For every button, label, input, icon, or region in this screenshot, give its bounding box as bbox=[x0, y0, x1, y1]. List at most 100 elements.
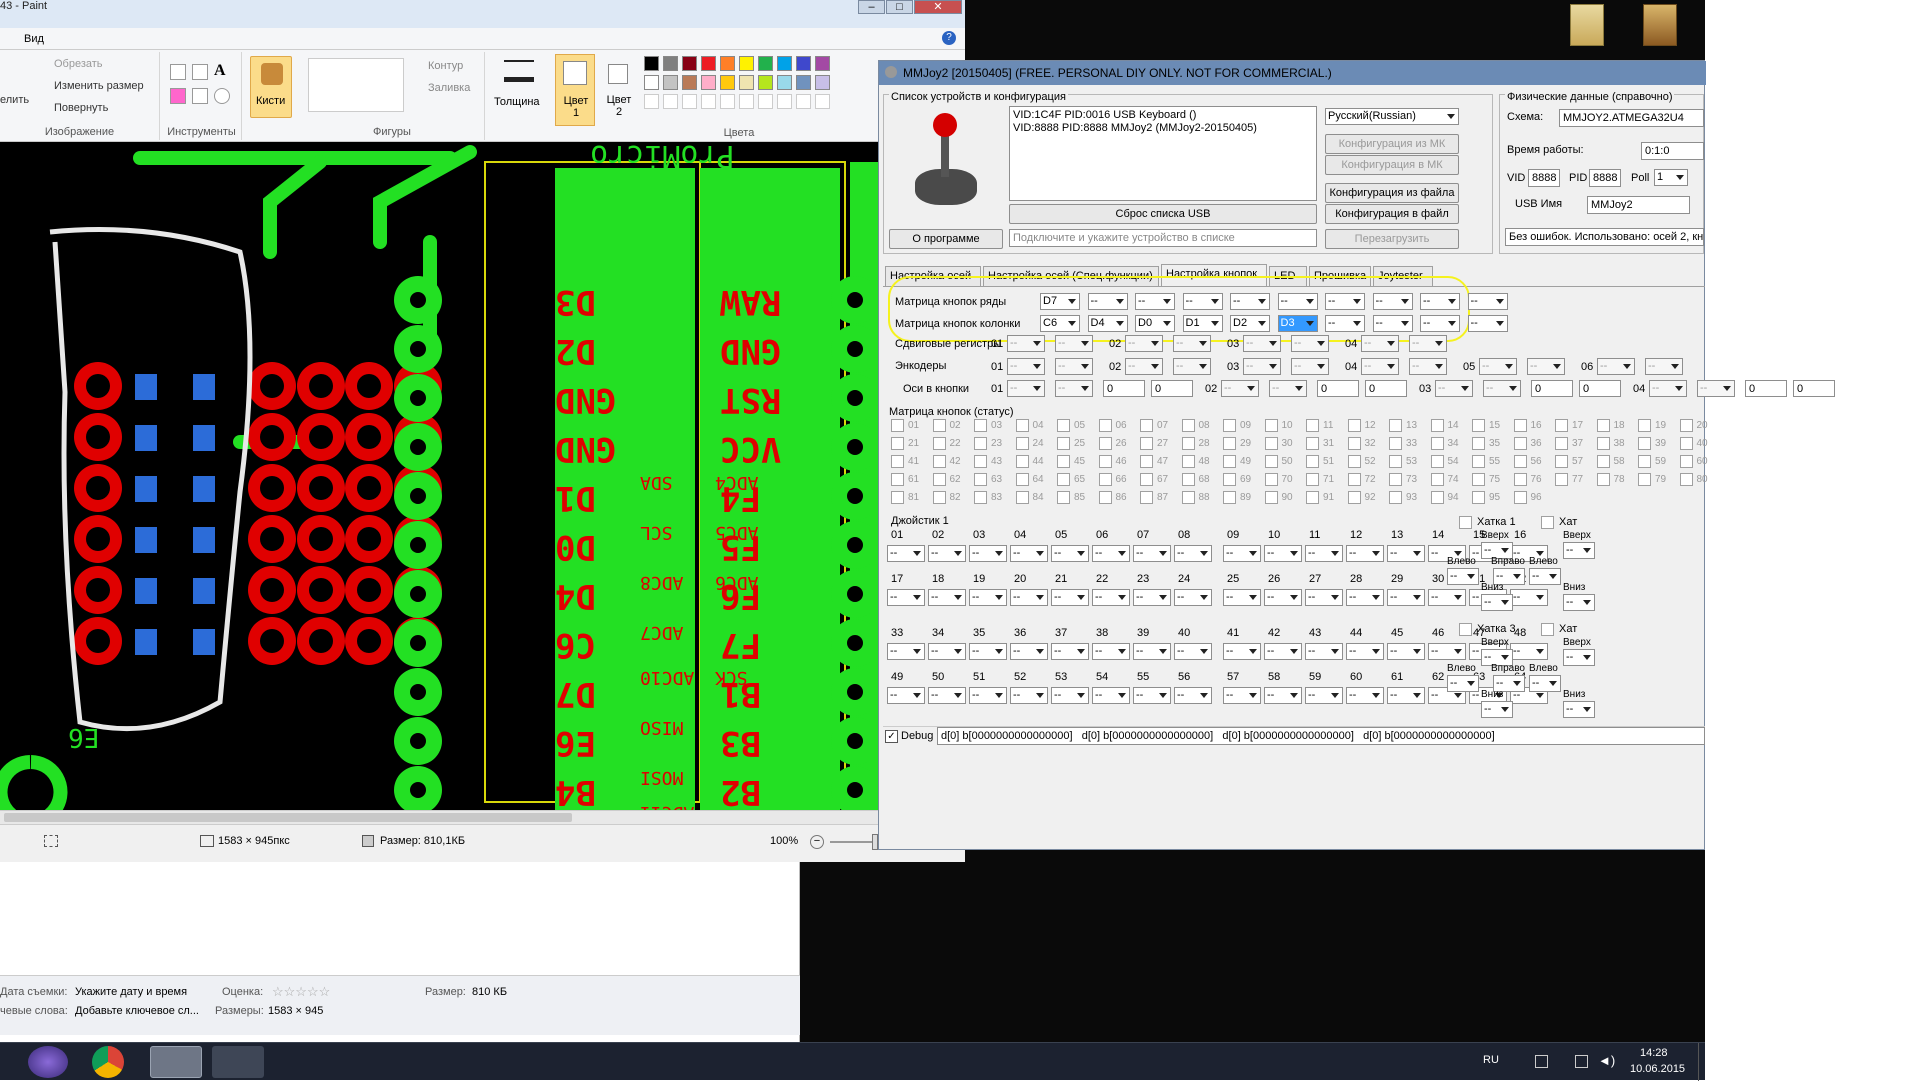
row-pin-select[interactable]: -- bbox=[1372, 293, 1413, 310]
joy-button-select[interactable]: -- bbox=[1264, 545, 1302, 562]
joy-button-select[interactable]: -- bbox=[969, 687, 1007, 704]
minimize-button[interactable]: – bbox=[858, 0, 885, 14]
threshold-field[interactable]: 0 bbox=[1793, 380, 1835, 397]
joy-button-select[interactable]: -- bbox=[1133, 545, 1171, 562]
hat-down-select[interactable]: -- bbox=[1563, 594, 1595, 611]
fill-icon[interactable] bbox=[192, 64, 208, 80]
joy-button-select[interactable]: -- bbox=[1387, 545, 1425, 562]
col-pin-select[interactable]: D3 bbox=[1277, 315, 1318, 332]
eraser-icon[interactable] bbox=[170, 88, 186, 104]
magnifier-icon[interactable] bbox=[214, 88, 230, 104]
joy-button-select[interactable]: -- bbox=[887, 643, 925, 660]
pin-select[interactable]: -- bbox=[1361, 358, 1399, 375]
palette-swatch[interactable] bbox=[777, 56, 792, 71]
threshold-field[interactable]: 0 bbox=[1745, 380, 1787, 397]
language-select[interactable]: Русский(Russian) bbox=[1325, 108, 1459, 125]
paint-taskbar-icon[interactable] bbox=[212, 1046, 264, 1078]
col-pin-select[interactable]: D4 bbox=[1087, 315, 1128, 332]
palette-swatch-empty[interactable] bbox=[720, 94, 735, 109]
row-pin-select[interactable]: -- bbox=[1087, 293, 1128, 310]
clock-time[interactable]: 14:28 bbox=[1640, 1047, 1668, 1059]
volume-icon[interactable]: ◄) bbox=[1598, 1053, 1615, 1068]
palette-swatch[interactable] bbox=[796, 56, 811, 71]
hat-enable-checkbox[interactable] bbox=[1541, 623, 1554, 636]
crop-button[interactable]: Обрезать bbox=[54, 58, 103, 70]
joy-button-select[interactable]: -- bbox=[1174, 545, 1212, 562]
fill-button[interactable]: Заливка bbox=[428, 82, 470, 94]
joy-button-select[interactable]: -- bbox=[1174, 589, 1212, 606]
joy-button-select[interactable]: -- bbox=[1223, 687, 1261, 704]
row-pin-select[interactable]: -- bbox=[1230, 293, 1270, 310]
hat-enable-checkbox[interactable] bbox=[1541, 516, 1554, 529]
joy-button-select[interactable]: -- bbox=[1223, 589, 1261, 606]
joy-button-select[interactable]: -- bbox=[1133, 589, 1171, 606]
joy-button-select[interactable]: -- bbox=[928, 643, 966, 660]
hat-down-select[interactable]: -- bbox=[1563, 701, 1595, 718]
pin-select[interactable]: -- bbox=[1243, 358, 1281, 375]
row-pin-select[interactable]: -- bbox=[1325, 293, 1365, 310]
threshold-field[interactable]: 0 bbox=[1317, 380, 1359, 397]
joy-button-select[interactable]: -- bbox=[1305, 589, 1343, 606]
joy-button-select[interactable]: -- bbox=[1010, 643, 1048, 660]
joy-button-select[interactable]: -- bbox=[1010, 545, 1048, 562]
hat-enable-checkbox[interactable] bbox=[1459, 516, 1472, 529]
palette-swatch[interactable] bbox=[815, 56, 830, 71]
joy-button-select[interactable]: -- bbox=[1264, 589, 1302, 606]
pin-select[interactable]: -- bbox=[1243, 335, 1281, 352]
mmjoy-taskbar-icon[interactable] bbox=[150, 1046, 202, 1078]
hat-up-select[interactable]: -- bbox=[1563, 649, 1595, 666]
joy-button-select[interactable]: -- bbox=[969, 643, 1007, 660]
palette-swatch[interactable] bbox=[720, 75, 735, 90]
hat-up-select[interactable]: -- bbox=[1563, 542, 1595, 559]
pin-select[interactable]: -- bbox=[1291, 358, 1329, 375]
usb-name-field[interactable]: MMJoy2 bbox=[1587, 196, 1690, 214]
show-desktop-button[interactable] bbox=[1698, 1043, 1705, 1081]
joy-button-select[interactable]: -- bbox=[969, 545, 1007, 562]
col-pin-select[interactable]: -- bbox=[1372, 315, 1413, 332]
pin-select[interactable]: -- bbox=[1409, 335, 1447, 352]
joy-button-select[interactable]: -- bbox=[1264, 643, 1302, 660]
row-pin-select[interactable]: -- bbox=[1135, 293, 1175, 310]
joy-button-select[interactable]: -- bbox=[1174, 643, 1212, 660]
keywords-value[interactable]: Добавьте ключевое сл... bbox=[75, 1005, 199, 1017]
row-pin-select[interactable]: D7 bbox=[1040, 293, 1080, 310]
joy-button-select[interactable]: -- bbox=[1305, 687, 1343, 704]
joy-button-select[interactable]: -- bbox=[1051, 589, 1089, 606]
joy-button-select[interactable]: -- bbox=[1346, 643, 1384, 660]
pin-select[interactable]: -- bbox=[1173, 358, 1211, 375]
date-value[interactable]: Укажите дату и время bbox=[75, 986, 187, 998]
vid-field[interactable]: 8888 bbox=[1528, 169, 1560, 187]
col-pin-select[interactable]: -- bbox=[1420, 315, 1460, 332]
joy-button-select[interactable]: -- bbox=[1264, 687, 1302, 704]
pin-select[interactable]: -- bbox=[1649, 380, 1687, 397]
pin-select[interactable]: -- bbox=[1483, 380, 1521, 397]
hat-left-select[interactable]: -- bbox=[1529, 675, 1561, 692]
threshold-field[interactable]: 0 bbox=[1365, 380, 1407, 397]
row-pin-select[interactable]: -- bbox=[1277, 293, 1318, 310]
palette-swatch-empty[interactable] bbox=[758, 94, 773, 109]
network-icon[interactable] bbox=[1575, 1055, 1588, 1068]
brushes-button[interactable]: Кисти bbox=[250, 56, 292, 118]
pin-select[interactable]: -- bbox=[1645, 358, 1683, 375]
palette-swatch-empty[interactable] bbox=[682, 94, 697, 109]
row-pin-select[interactable]: -- bbox=[1182, 293, 1223, 310]
palette-swatch[interactable] bbox=[663, 75, 678, 90]
joy-button-select[interactable]: -- bbox=[1174, 687, 1212, 704]
color2-button[interactable]: Цвет 2 bbox=[600, 54, 640, 126]
palette-swatch[interactable] bbox=[758, 75, 773, 90]
threshold-field[interactable]: 0 bbox=[1531, 380, 1573, 397]
palette-swatch-empty[interactable] bbox=[644, 94, 659, 109]
reset-usb-button[interactable]: Сброс списка USB bbox=[1009, 204, 1317, 224]
joy-button-select[interactable]: -- bbox=[1387, 589, 1425, 606]
pin-select[interactable]: -- bbox=[1007, 358, 1045, 375]
outline-button[interactable]: Контур bbox=[428, 60, 463, 72]
folder-icon[interactable] bbox=[1643, 4, 1677, 46]
pin-select[interactable]: -- bbox=[1125, 335, 1163, 352]
joy-button-select[interactable]: -- bbox=[1346, 687, 1384, 704]
palette-swatch[interactable] bbox=[777, 75, 792, 90]
start-button[interactable] bbox=[28, 1046, 68, 1078]
hat-left-select[interactable]: -- bbox=[1447, 568, 1479, 585]
config-from-file-button[interactable]: Конфигурация из файла bbox=[1325, 183, 1459, 203]
debug-checkbox[interactable]: ✓ bbox=[885, 730, 898, 743]
menu-view[interactable]: Вид bbox=[24, 33, 44, 45]
